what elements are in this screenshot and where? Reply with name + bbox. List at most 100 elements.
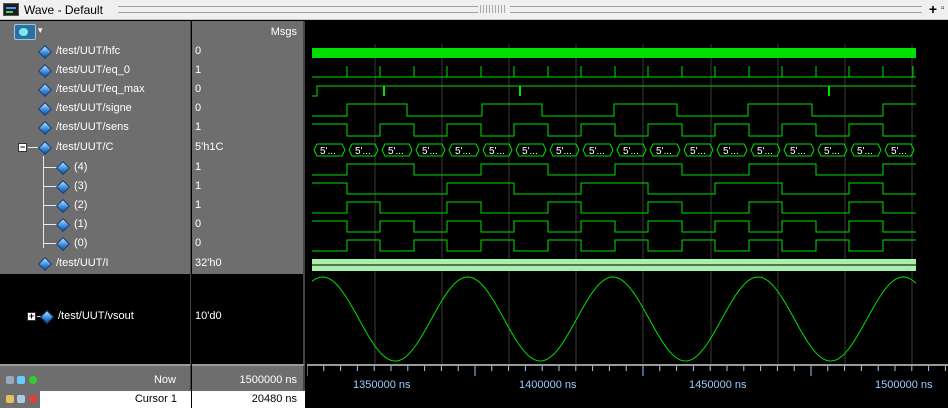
signal-value: 1 [195, 199, 202, 211]
signal-name[interactable]: /test/UUT/vsout [58, 310, 134, 322]
time-label: 1450000 ns [689, 379, 747, 391]
signal-name[interactable]: /test/UUT/C [56, 141, 113, 153]
signal-names-pane[interactable]: /test/UUT/hfc /test/UUT/eq_0 /test/UUT/e… [0, 44, 191, 364]
titlebar-dock-handle[interactable] [480, 5, 506, 13]
signal-name[interactable]: /test/UUT/I [56, 257, 109, 269]
add-cursor-icon[interactable] [17, 376, 25, 384]
selected-row[interactable]: + /test/UUT/vsout [0, 274, 190, 364]
chevron-down-icon[interactable]: ▾ [38, 25, 43, 36]
time-label: 1400000 ns [519, 379, 577, 391]
cursor-value-field[interactable]: 20480 ns [192, 391, 305, 408]
bus-value: 5'... [824, 146, 840, 157]
eqmax-wave [312, 85, 916, 97]
signal-values-pane[interactable]: 0 1 0 0 1 5'h1C 1 1 1 0 0 32'h0 10'd0 [192, 44, 305, 364]
msgs-header: Msgs [192, 21, 305, 44]
bit-name[interactable]: (4) [74, 161, 87, 173]
signal-name[interactable]: /test/UUT/hfc [56, 45, 120, 57]
bus-value: 5'... [422, 146, 438, 157]
signe-wave [312, 103, 916, 117]
bus-value: 5'... [556, 146, 572, 157]
sens-wave [312, 123, 916, 137]
wave-header [307, 21, 948, 44]
add-icon[interactable]: + [927, 2, 939, 16]
wave-app-icon [3, 3, 19, 16]
bus-value: 5'... [320, 146, 336, 157]
more-icon[interactable]: ▫ [941, 3, 948, 16]
signal-diamond-icon [38, 102, 50, 114]
lock-icon[interactable] [6, 395, 14, 403]
waveform-pane[interactable]: 5'... 5'... 5'... 5'... 5'... 5'... 5'... 5'...… [307, 44, 948, 364]
signal-name[interactable]: /test/UUT/signe [56, 102, 132, 114]
bit0-wave [312, 239, 916, 252]
time-label: 1350000 ns [353, 379, 411, 391]
waveform-canvas[interactable]: 5'... 5'... 5'... 5'... 5'... 5'... 5'... 5'...… [307, 44, 948, 364]
bus-value: 5'... [388, 146, 404, 157]
window-title: Wave - Default [24, 3, 103, 17]
signal-diamond-icon [38, 257, 50, 269]
signal-value: 1 [195, 161, 202, 173]
signal-value: 0 [195, 83, 202, 95]
titlebar-grip-right[interactable] [510, 6, 922, 13]
bus-value: 5'... [623, 146, 639, 157]
bit-name[interactable]: (3) [74, 180, 87, 192]
signal-value: 1 [195, 64, 202, 76]
bit-diamond-icon [56, 237, 68, 249]
cursor-value: 20480 ns [251, 393, 297, 405]
signal-value: 0 [195, 102, 202, 114]
bit-name[interactable]: (0) [74, 237, 87, 249]
signal-diamond-icon [38, 45, 50, 57]
signal-value: 1 [195, 121, 202, 133]
bit-diamond-icon [56, 161, 68, 173]
bus-value: 5'... [723, 146, 739, 157]
bit2-wave [312, 201, 916, 214]
bit-diamond-icon [56, 180, 68, 192]
bit-name[interactable]: (2) [74, 199, 87, 211]
msgs-label: Msgs [270, 26, 297, 38]
hfc-wave [312, 48, 916, 58]
collapse-icon[interactable]: − [18, 143, 27, 152]
signal-value: 0 [195, 218, 202, 230]
eqmax-pulse [383, 86, 385, 96]
signal-diamond-icon [38, 121, 50, 133]
bus-value: 5'... [656, 146, 672, 157]
titlebar-grip-left[interactable] [118, 6, 478, 13]
bus-value: 5'... [489, 146, 505, 157]
bit-name[interactable]: (1) [74, 218, 87, 230]
vsout-wave [311, 276, 917, 362]
bus-value: 5'... [757, 146, 773, 157]
signal-value: 32'h0 [195, 257, 222, 269]
bit4-wave [312, 163, 916, 176]
signal-diamond-icon [40, 310, 52, 322]
cursor-values-pane: 1500000 ns 20480 ns [192, 364, 305, 408]
bus-value: 5'... [455, 146, 471, 157]
signal-diamond-icon [38, 141, 50, 153]
cursor-label: Cursor 1 [134, 393, 177, 405]
edit-cursor-icon[interactable] [17, 395, 25, 403]
bit3-wave [312, 182, 916, 195]
time-label: 1500000 ns [875, 379, 933, 391]
signal-value: 5'h1C [195, 141, 224, 153]
bit1-wave [312, 220, 916, 233]
bit-diamond-icon [56, 218, 68, 230]
bus-value: 5'... [690, 146, 706, 157]
cursor-tools-icon[interactable] [6, 376, 14, 384]
bus-value: 5'... [857, 146, 873, 157]
bus-value: 5'... [891, 146, 907, 157]
signal-header: ▾ [0, 21, 191, 44]
cursor-name-field[interactable]: Cursor 1 [40, 391, 191, 408]
time-ruler[interactable]: 1350000 ns 1400000 ns 1450000 ns 1500000… [307, 364, 948, 408]
insert-cursor-icon[interactable] [29, 376, 37, 384]
signal-name[interactable]: /test/UUT/sens [56, 121, 129, 133]
delete-cursor-icon[interactable] [29, 395, 37, 403]
object-chooser-icon[interactable] [14, 24, 36, 40]
signal-diamond-icon [38, 83, 50, 95]
bus-value: 5'... [522, 146, 538, 157]
signal-value: 0 [195, 45, 202, 57]
signal-value: 0 [195, 237, 202, 249]
bus-value: 5'... [790, 146, 806, 157]
bus-value: 5'... [589, 146, 605, 157]
signal-name[interactable]: /test/UUT/eq_0 [56, 64, 130, 76]
signal-name[interactable]: /test/UUT/eq_max [56, 83, 145, 95]
signal-value: 10'd0 [195, 310, 222, 322]
expand-icon[interactable]: + [27, 312, 36, 321]
